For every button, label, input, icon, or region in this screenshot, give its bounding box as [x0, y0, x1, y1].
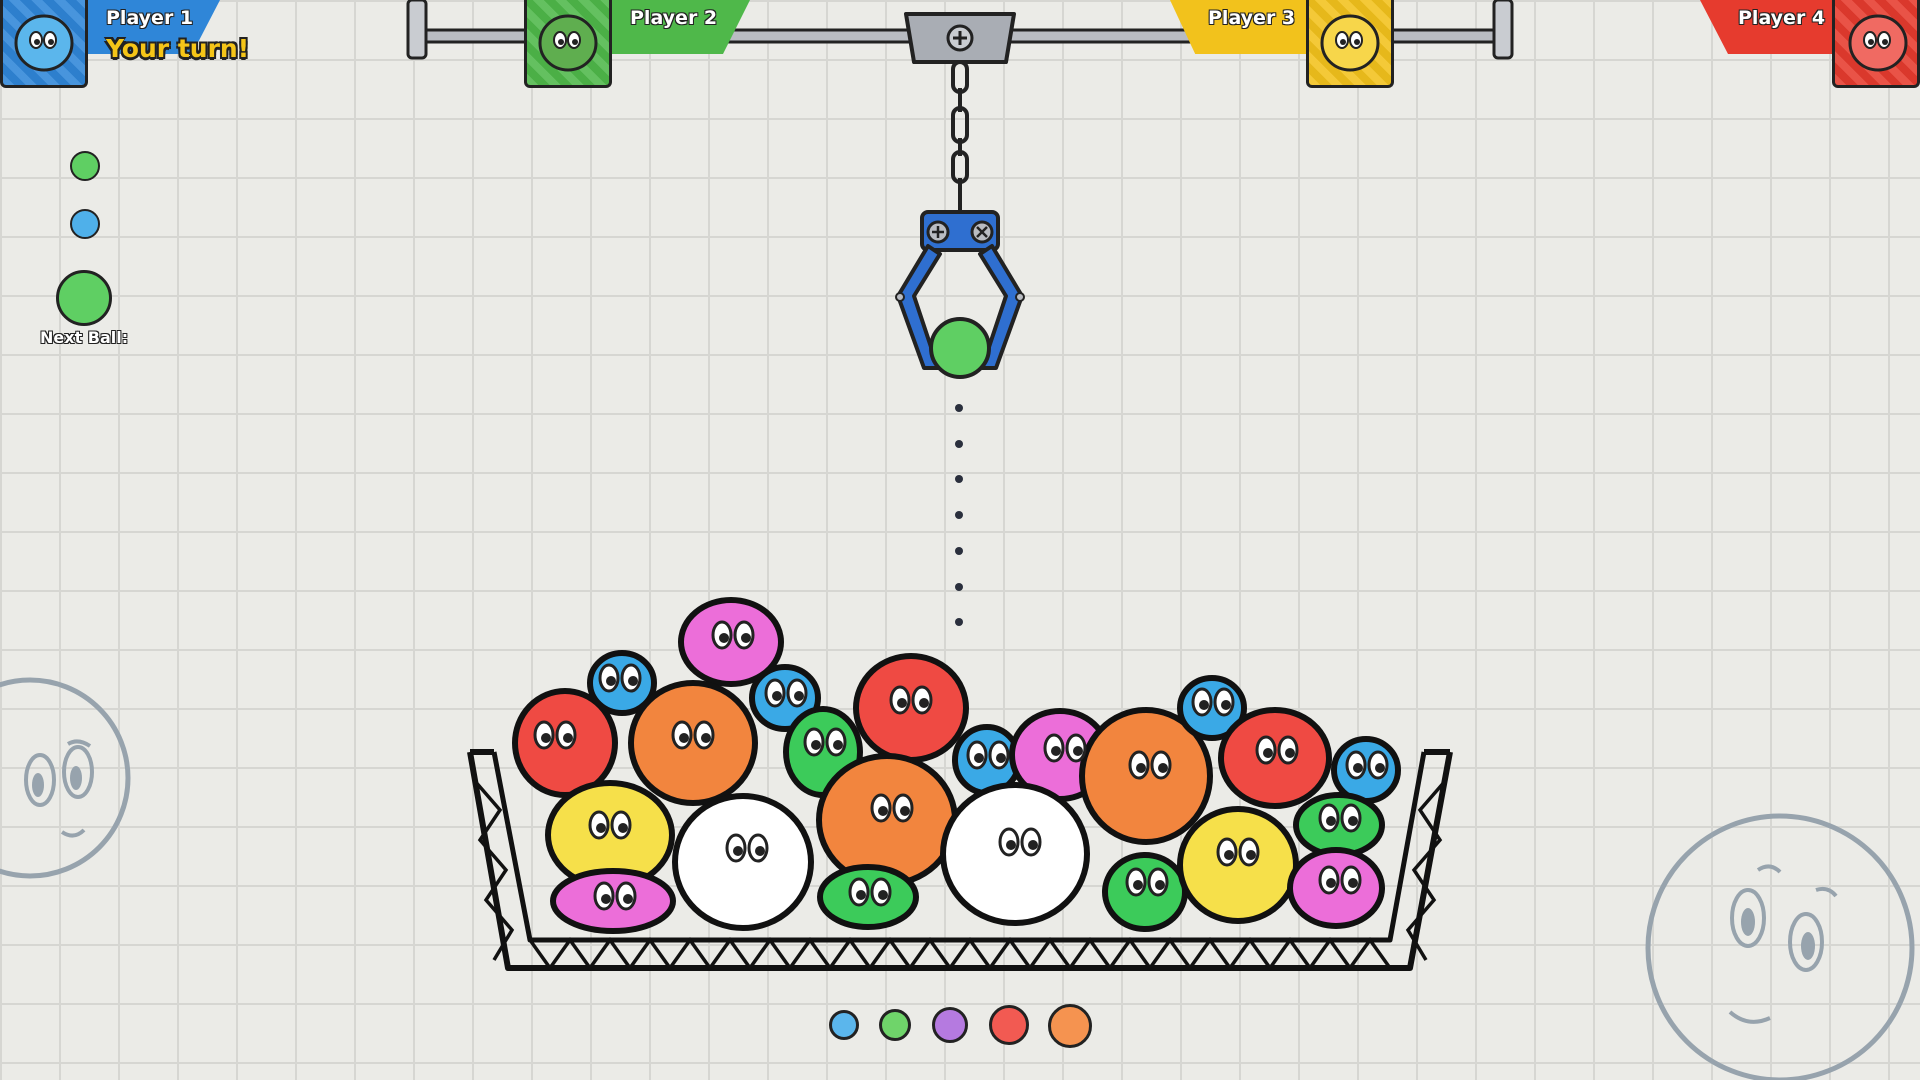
player-2-avatar	[538, 14, 598, 72]
queue-ball-2	[70, 209, 100, 239]
player-1-label: Player 1	[105, 7, 194, 30]
player-3-avatar	[1320, 14, 1380, 72]
player-2-label: Player 2	[629, 7, 718, 30]
sketch-face-right	[1645, 813, 1915, 1080]
sketch-face-left	[0, 677, 131, 879]
claw-icon[interactable]	[880, 0, 1040, 390]
palette-green	[879, 1009, 911, 1041]
queue-ball-1	[70, 151, 100, 181]
player-1-avatar	[14, 14, 74, 72]
player-4-avatar	[1848, 14, 1908, 72]
palette-orange	[1048, 1004, 1092, 1048]
your-turn-text: Your turn!	[106, 34, 250, 63]
player-4-label: Player 4	[1737, 7, 1826, 30]
palette-red	[989, 1005, 1029, 1045]
palette-purple	[932, 1007, 968, 1043]
palette-blue	[829, 1010, 859, 1040]
next-ball-label: Next Ball:	[40, 328, 129, 347]
player-3-label: Player 3	[1207, 7, 1296, 30]
basket	[467, 749, 1453, 972]
next-ball-preview	[56, 270, 112, 326]
